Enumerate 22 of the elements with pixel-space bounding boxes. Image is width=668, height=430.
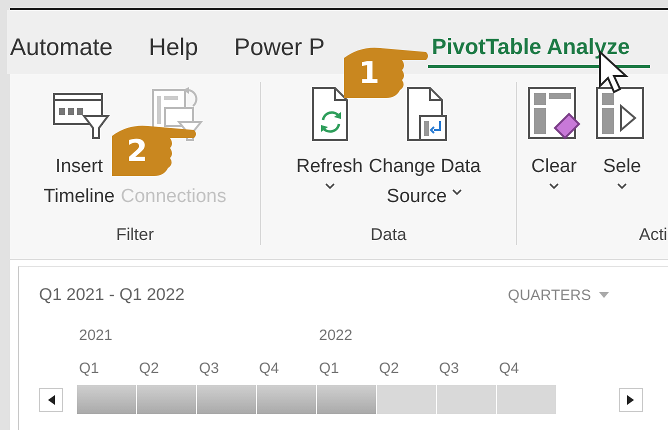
- clear-button[interactable]: Clear: [521, 82, 587, 204]
- quarter-label: Q4: [259, 360, 280, 377]
- time-level-dropdown[interactable]: QUARTERS: [508, 286, 609, 304]
- date-range-label: Q1 2021 - Q1 2022: [39, 285, 185, 305]
- ribbon-tab[interactable]: Help: [146, 34, 202, 68]
- insert-timeline-button[interactable]: Insert Timeline: [42, 82, 117, 216]
- group-label: Acti: [639, 225, 668, 245]
- step-number: 2: [126, 134, 148, 170]
- quarter-label: Q3: [439, 360, 460, 377]
- group-label: Data: [370, 225, 406, 245]
- select-button[interactable]: Sele: [589, 82, 655, 204]
- quarter-label: Q1: [79, 360, 100, 377]
- quarter-label: Q2: [139, 360, 160, 377]
- quarter-label: Q2: [379, 360, 400, 377]
- year-label: 2021: [79, 327, 114, 344]
- quarter-label: Q3: [199, 360, 220, 377]
- ribbon-tab[interactable]: Automate: [7, 34, 116, 68]
- quarter-label: Q4: [499, 360, 520, 377]
- quarter-label: Q1: [319, 360, 340, 377]
- year-label: 2022: [319, 327, 354, 344]
- group-label: Filter: [116, 225, 154, 245]
- ribbon-tab[interactable]: Power P: [231, 34, 328, 68]
